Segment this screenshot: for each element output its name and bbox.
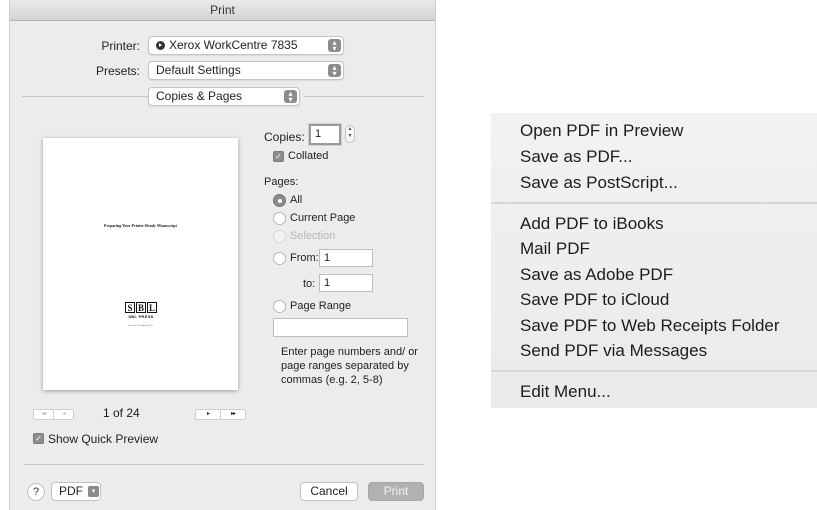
menu-item-save-as-adobe-pdf[interactable]: Save as Adobe PDF [520, 265, 673, 285]
page-preview: Preparing Your Printer-Ready Manuscript … [43, 138, 238, 390]
page-range-radio[interactable] [273, 300, 286, 313]
previous-page-button[interactable]: ◂ [53, 409, 74, 420]
copies-field[interactable]: 1 [309, 124, 341, 145]
menu-item-send-pdf-via-messages[interactable]: Send PDF via Messages [520, 341, 707, 361]
from-label: From: [290, 252, 319, 264]
print-button[interactable]: Print [368, 482, 424, 501]
logo-subtitle: SBL PRESS [128, 314, 154, 319]
page-range-field[interactable] [273, 318, 408, 337]
logo-letter: B [136, 302, 146, 313]
current-page-label: Current Page [290, 212, 356, 224]
preview-revision-text: Revised 28 August 2015 [128, 324, 153, 327]
menu-item-open-pdf-in-preview[interactable]: Open PDF in Preview [520, 121, 683, 141]
menu-item-edit-menu[interactable]: Edit Menu... [520, 382, 611, 402]
printer-popup[interactable]: Xerox WorkCentre 7835 ▴ ▾ [148, 36, 344, 55]
menu-item-add-pdf-to-ibooks[interactable]: Add PDF to iBooks [520, 214, 664, 234]
section-popup-value: Copies & Pages [156, 89, 243, 103]
logo-letter: S [125, 302, 135, 313]
selection-label: Selection [290, 230, 336, 242]
printer-value: Xerox WorkCentre 7835 [169, 38, 298, 52]
menu-separator [491, 202, 817, 204]
copies-label: Copies: [264, 130, 305, 144]
chevron-down-icon: ▾ [88, 486, 99, 497]
pdf-button-label: PDF [59, 484, 83, 498]
section-divider-right [304, 96, 424, 97]
pages-all-label: All [290, 194, 303, 206]
section-popup[interactable]: Copies & Pages ▴ ▾ [148, 87, 300, 106]
preview-document-title: Preparing Your Printer-Ready Manuscript [104, 223, 177, 228]
presets-label: Presets: [95, 64, 140, 78]
presets-value: Default Settings [156, 63, 241, 77]
chevron-updown-icon: ▴ ▾ [328, 64, 341, 78]
collated-label: Collated [288, 150, 329, 162]
page-indicator: 1 of 24 [103, 406, 140, 420]
bottom-divider [24, 464, 424, 465]
menu-item-mail-pdf[interactable]: Mail PDF [520, 239, 590, 259]
copies-stepper[interactable]: ▴ ▾ [345, 125, 355, 143]
chevron-updown-icon: ▴ ▾ [284, 90, 297, 104]
menu-item-save-pdf-to-web-receipts[interactable]: Save PDF to Web Receipts Folder [520, 316, 780, 336]
printer-label: Printer: [101, 39, 140, 53]
first-page-button[interactable]: ◂◂ [33, 409, 54, 420]
to-field[interactable]: 1 [319, 274, 373, 292]
printer-status-icon [156, 41, 165, 50]
presets-popup[interactable]: Default Settings ▴ ▾ [148, 61, 344, 80]
page-range-label: Page Range [290, 300, 352, 312]
menu-item-save-pdf-to-icloud[interactable]: Save PDF to iCloud [520, 290, 669, 310]
logo-letter: L [147, 302, 157, 313]
print-dialog: Print Printer: Xerox WorkCentre 7835 ▴ ▾ … [9, 0, 436, 510]
show-quick-preview-checkbox[interactable]: ✓ [33, 433, 44, 444]
chevron-updown-icon: ▴ ▾ [328, 39, 341, 53]
page-range-hint: Enter page numbers and/ or page ranges s… [281, 346, 418, 386]
from-radio[interactable] [273, 252, 286, 265]
cancel-button[interactable]: Cancel [300, 482, 358, 501]
show-quick-preview-label: Show Quick Preview [48, 432, 159, 446]
to-label: to: [303, 278, 316, 290]
menu-item-save-as-postscript[interactable]: Save as PostScript... [520, 173, 678, 193]
help-button[interactable]: ? [27, 483, 45, 501]
menu-separator [491, 370, 817, 372]
menu-item-save-as-pdf[interactable]: Save as PDF... [520, 147, 632, 167]
selection-radio[interactable] [273, 230, 286, 243]
collated-checkbox[interactable]: ✓ [273, 151, 284, 162]
dialog-title: Print [10, 0, 435, 21]
pdf-menu: Open PDF in Preview Save as PDF... Save … [491, 113, 817, 408]
current-page-radio[interactable] [273, 212, 286, 225]
sbl-press-logo: S B L SBL PRESS [124, 302, 158, 319]
pages-label: Pages: [264, 176, 299, 188]
last-page-button[interactable]: ▸▸ [220, 409, 246, 420]
pdf-menu-button[interactable]: PDF ▾ [51, 482, 101, 501]
section-divider-left [22, 96, 148, 97]
from-field[interactable]: 1 [319, 249, 373, 267]
next-page-button[interactable]: ▸ [195, 409, 221, 420]
pages-all-radio[interactable] [273, 194, 286, 207]
